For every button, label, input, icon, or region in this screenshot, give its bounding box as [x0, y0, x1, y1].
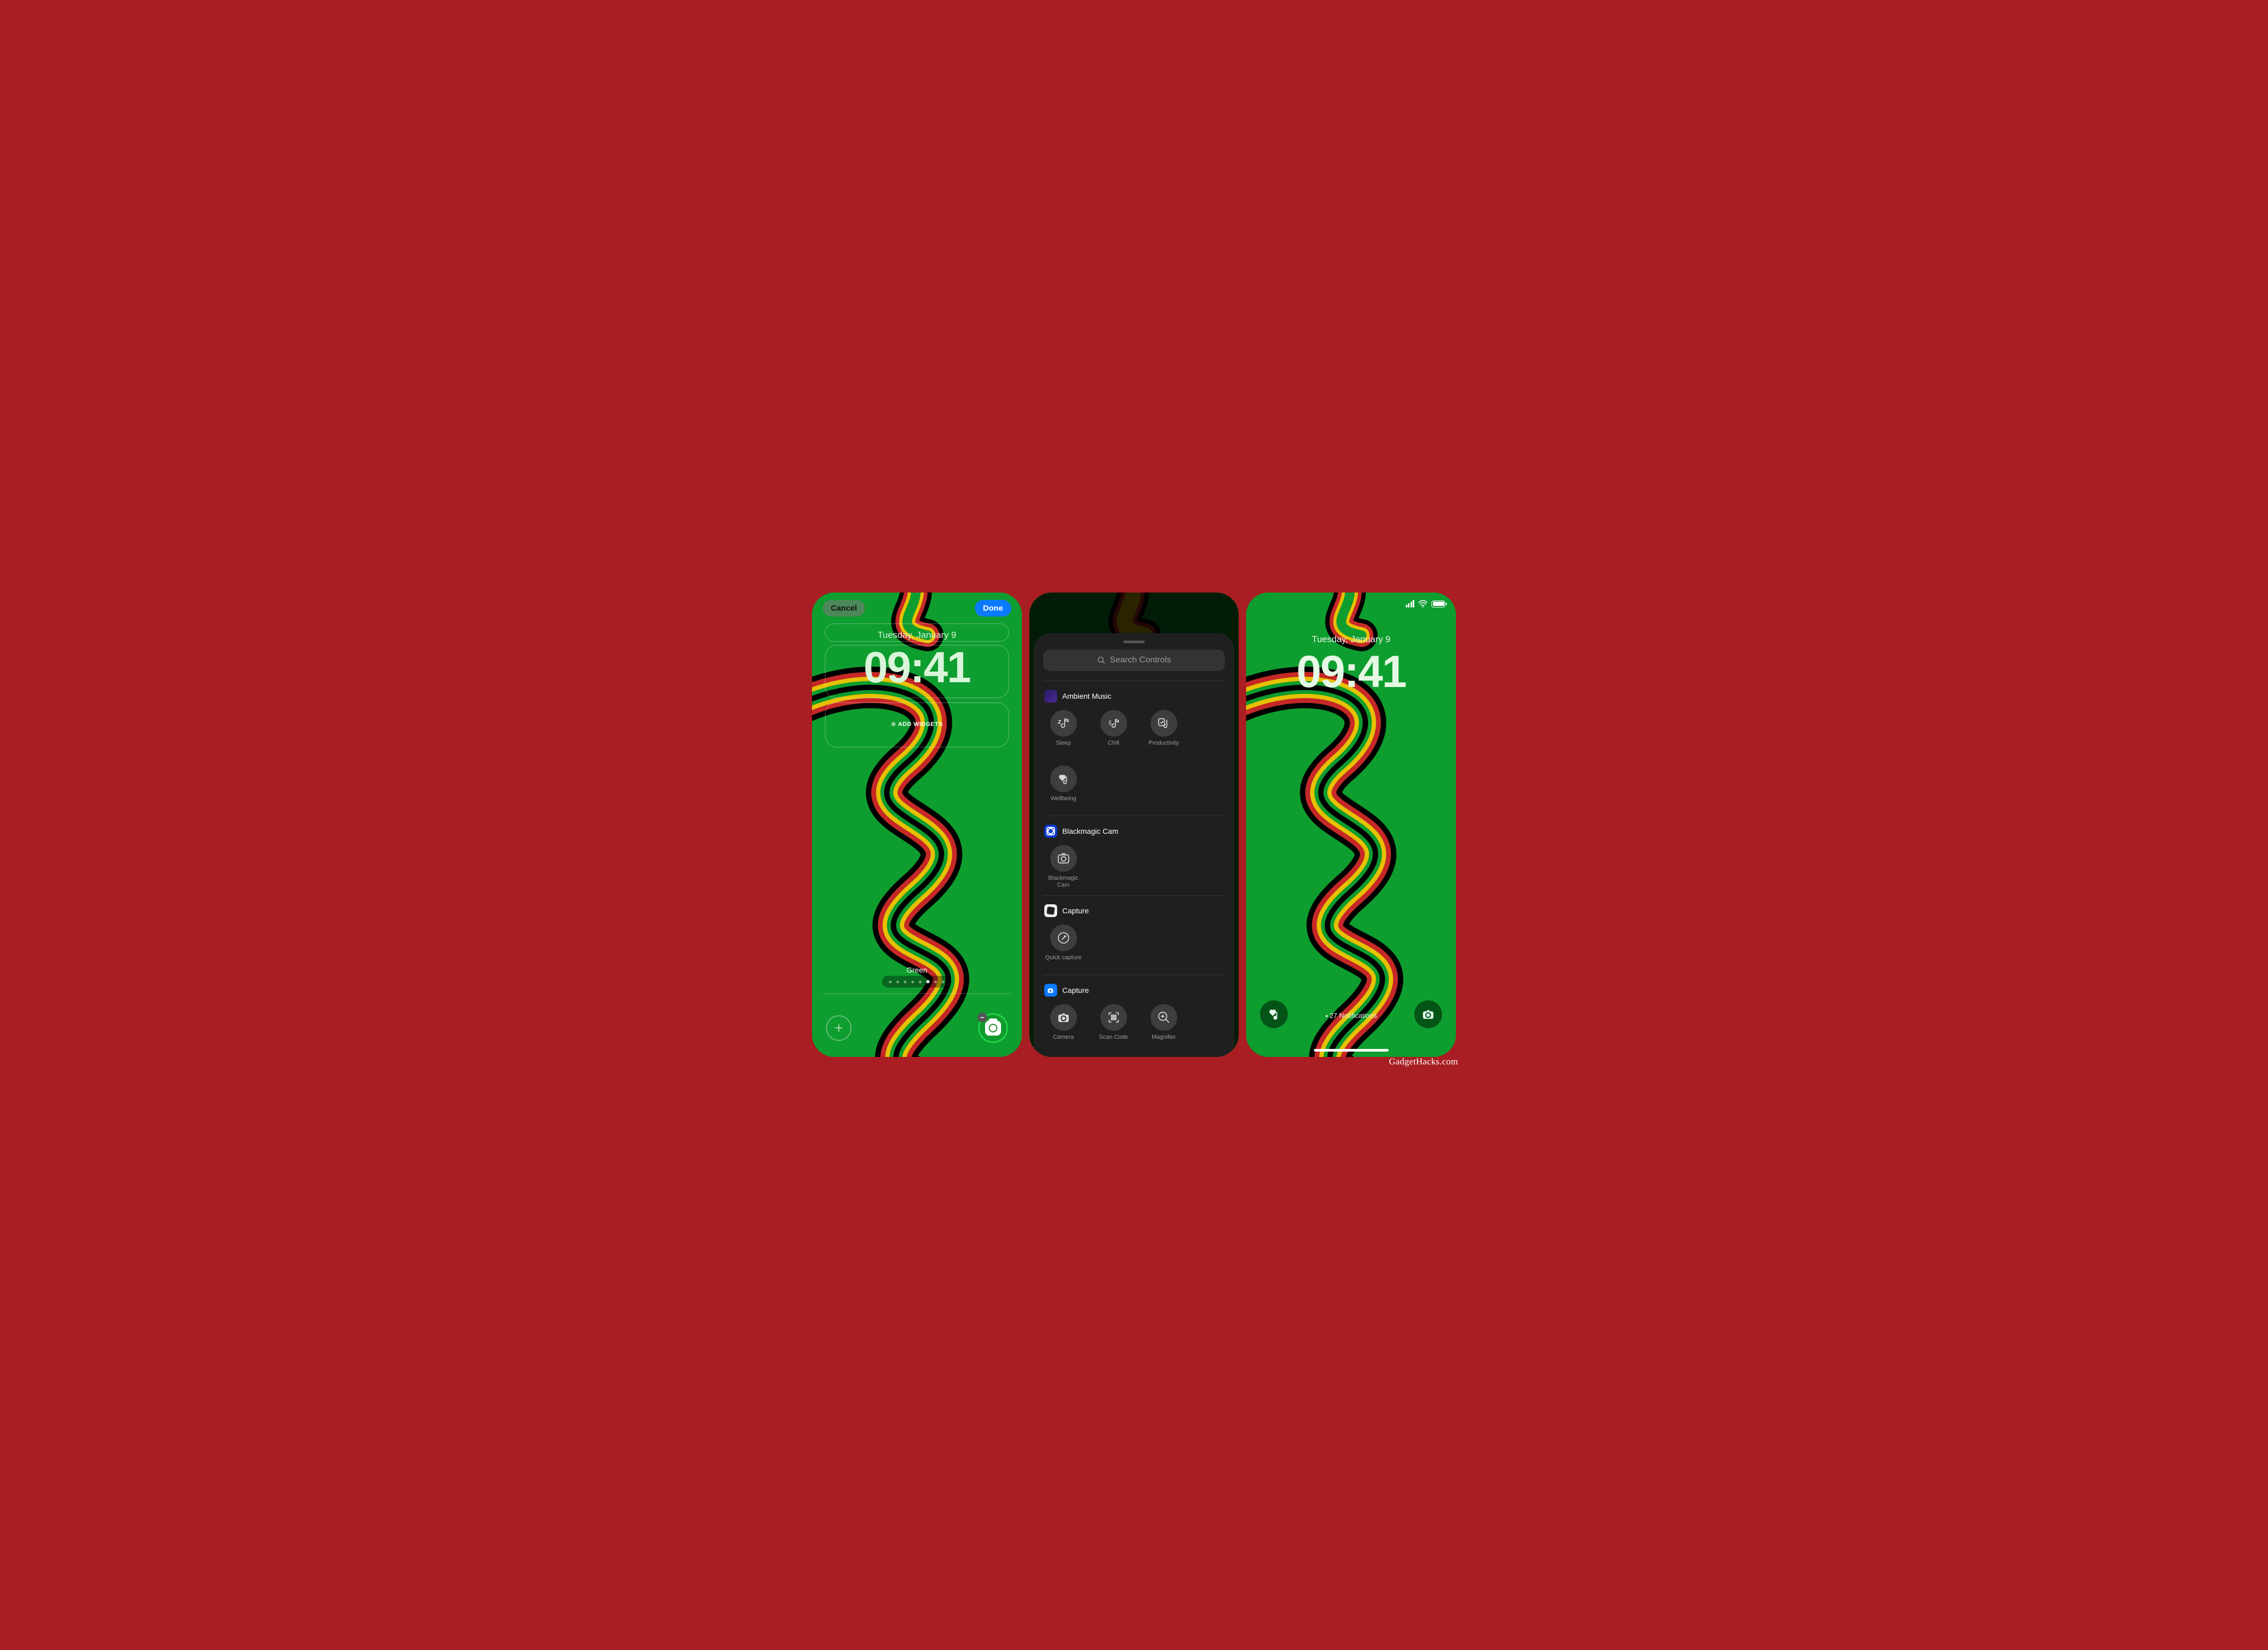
section-blackmagic-cam: Blackmagic Cam Blackmagic Cam: [1043, 816, 1225, 895]
watermark: GadgetHacks.com: [1389, 1056, 1458, 1067]
control-label: Magnifier: [1152, 1034, 1176, 1048]
lock-time: 09:41: [1246, 646, 1456, 698]
productivity-music-icon: [1157, 716, 1171, 730]
camera-icon: [1057, 1010, 1070, 1024]
cellular-signal-icon: [1406, 600, 1415, 607]
control-label: Scan Code: [1099, 1034, 1128, 1048]
section-title: Ambient Music: [1062, 692, 1112, 700]
done-button[interactable]: Done: [975, 600, 1011, 617]
quick-action-camera[interactable]: [1414, 1000, 1442, 1028]
quick-capture-icon: [1057, 931, 1070, 945]
lock-date: Tuesday, January 9: [1246, 634, 1456, 645]
search-icon: [1097, 656, 1106, 665]
control-wellbeing[interactable]: Wellbeing: [1044, 765, 1083, 809]
section-ambient-music: Ambient Music Sleep Chill Productivity: [1043, 681, 1225, 816]
control-scan-code[interactable]: Scan Code: [1094, 1004, 1133, 1048]
control-chill[interactable]: Chill: [1094, 710, 1133, 754]
search-placeholder: Search Controls: [1110, 656, 1171, 665]
home-indicator[interactable]: [1314, 1049, 1389, 1052]
ambient-music-app-icon: [1044, 690, 1057, 702]
camera-outline-icon: [1057, 851, 1070, 865]
control-label: Blackmagic Cam: [1044, 875, 1083, 889]
control-blackmagic-cam[interactable]: Blackmagic Cam: [1044, 845, 1083, 889]
control-productivity[interactable]: Productivity: [1145, 710, 1183, 754]
page-dots[interactable]: [882, 976, 951, 988]
add-widgets-label[interactable]: ADD WIDGETS: [812, 721, 1022, 728]
lock-time[interactable]: 09:41: [812, 643, 1022, 693]
wallpaper-color-name: Green: [812, 966, 1022, 974]
control-label: Wellbeing: [1051, 795, 1076, 809]
grabber[interactable]: [1123, 641, 1145, 643]
control-camera[interactable]: Camera: [1044, 1004, 1083, 1048]
camera-icon: [985, 1021, 1001, 1036]
status-bar: [1406, 600, 1446, 607]
section-title: Capture: [1062, 906, 1089, 915]
search-controls-field[interactable]: Search Controls: [1043, 650, 1225, 671]
camera-icon: [1421, 1007, 1435, 1021]
control-quick-capture[interactable]: Quick capture: [1044, 925, 1083, 968]
controls-panel: Search Controls Ambient Music Sleep Chil…: [1034, 633, 1235, 1057]
blackmagic-cam-app-icon: [1044, 825, 1057, 838]
capture-camera-app-icon: [1044, 984, 1057, 997]
control-label: Productivity: [1148, 740, 1179, 754]
chill-music-icon: [1107, 716, 1121, 730]
control-label: Chill: [1108, 740, 1119, 754]
battery-icon: [1431, 601, 1445, 607]
magnifier-plus-icon: [1157, 1010, 1171, 1024]
wellbeing-music-icon: [1057, 772, 1070, 786]
section-title: Blackmagic Cam: [1062, 827, 1119, 835]
control-label: Sleep: [1056, 740, 1071, 754]
section-capture-quick: Capture Quick capture: [1043, 895, 1225, 975]
section-capture: Capture Camera Scan Code Magnifier: [1043, 975, 1225, 1057]
phone-lockscreen-final: Tuesday, January 9 09:41 27 Notification…: [1246, 593, 1456, 1057]
control-label: Quick capture: [1045, 954, 1082, 968]
divider: [823, 993, 1011, 994]
section-title: Capture: [1062, 986, 1089, 994]
control-magnifier[interactable]: Magnifier: [1145, 1004, 1183, 1048]
phone-controls-gallery: Search Controls Ambient Music Sleep Chil…: [1029, 593, 1239, 1057]
wifi-icon: [1418, 600, 1428, 607]
quick-action-camera-edit[interactable]: –: [978, 1013, 1008, 1043]
control-sleep[interactable]: Sleep: [1044, 710, 1083, 754]
sleep-music-icon: [1057, 716, 1070, 730]
remove-icon[interactable]: –: [978, 1013, 987, 1022]
cancel-button[interactable]: Cancel: [823, 600, 865, 617]
phone-lockscreen-edit: Cancel Done Tuesday, January 9 09:41 ADD…: [812, 593, 1022, 1057]
capture-app-icon: [1044, 904, 1057, 917]
control-label: Camera: [1053, 1034, 1074, 1048]
add-quick-action-button[interactable]: +: [826, 1015, 852, 1041]
qr-scan-icon: [1107, 1010, 1121, 1024]
lock-date[interactable]: Tuesday, January 9: [812, 630, 1022, 641]
